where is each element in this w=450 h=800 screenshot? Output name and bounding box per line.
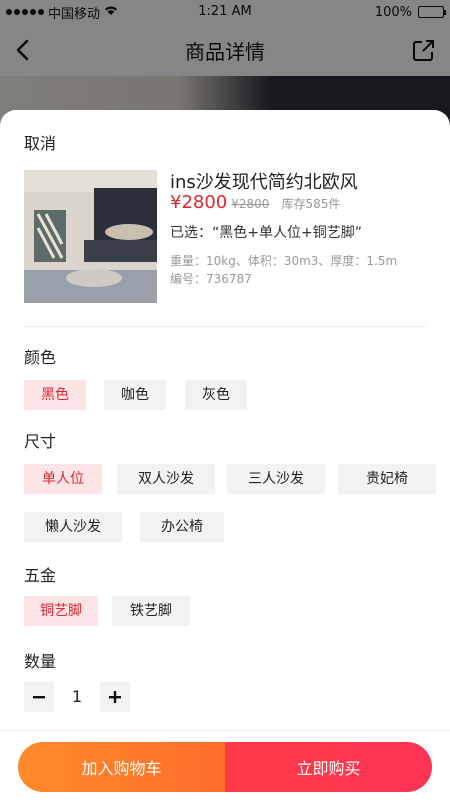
hardware-option-iron[interactable]: 铁艺脚 (112, 596, 190, 626)
quantity-value[interactable]: 1 (62, 682, 92, 712)
size-option-office[interactable]: 办公椅 (140, 512, 224, 542)
plus-button[interactable] (100, 682, 130, 712)
buy-now-button[interactable]: 立即购买 (225, 742, 432, 792)
add-to-cart-button[interactable]: 加入购物车 (18, 742, 225, 792)
product-title: ins沙发现代简约北欧风 (170, 172, 358, 193)
hardware-option-copper[interactable]: 铜艺脚 (24, 596, 98, 626)
price-row: ¥2800 ¥2800 库存585件 (170, 192, 340, 213)
stock: 库存585件 (281, 197, 341, 211)
size-option-lazy[interactable]: 懒人沙发 (24, 512, 122, 542)
color-option-black[interactable]: 黑色 (24, 380, 86, 410)
minus-icon (33, 696, 45, 699)
size-option-chaise[interactable]: 贵妃椅 (338, 464, 436, 494)
cancel-button[interactable]: 取消 (24, 130, 56, 154)
quantity-label: 数量 (24, 652, 57, 671)
product-specs: 重量：10kg、体积：30m3、厚度：1.5m 编号：736787 (170, 252, 397, 288)
original-price: ¥2800 (231, 197, 270, 211)
divider (24, 326, 426, 327)
size-option-single[interactable]: 单人位 (24, 464, 102, 494)
plus-icon (109, 691, 121, 703)
size-label: 尺寸 (24, 432, 57, 451)
sku-selector-sheet: 取消 ins沙发现代简约北欧风 ¥2800 ¥2800 库存585件 已选：“黑… (0, 110, 450, 800)
color-option-brown[interactable]: 咖色 (104, 380, 166, 410)
specs-line: 重量：10kg、体积：30m3、厚度：1.5m (170, 254, 398, 268)
divider (0, 730, 450, 731)
hardware-label: 五金 (24, 566, 57, 585)
product-thumbnail (24, 170, 157, 303)
price: ¥2800 (170, 192, 228, 213)
color-option-gray[interactable]: 灰色 (185, 380, 247, 410)
product-code: 编号：736787 (170, 272, 252, 286)
size-option-triple[interactable]: 三人沙发 (227, 464, 325, 494)
size-option-double[interactable]: 双人沙发 (117, 464, 215, 494)
action-bar: 加入购物车 立即购买 (18, 742, 432, 792)
minus-button[interactable] (24, 682, 54, 712)
color-label: 颜色 (24, 348, 57, 367)
selected-summary: 已选：“黑色+单人位+铜艺脚” (170, 225, 362, 241)
